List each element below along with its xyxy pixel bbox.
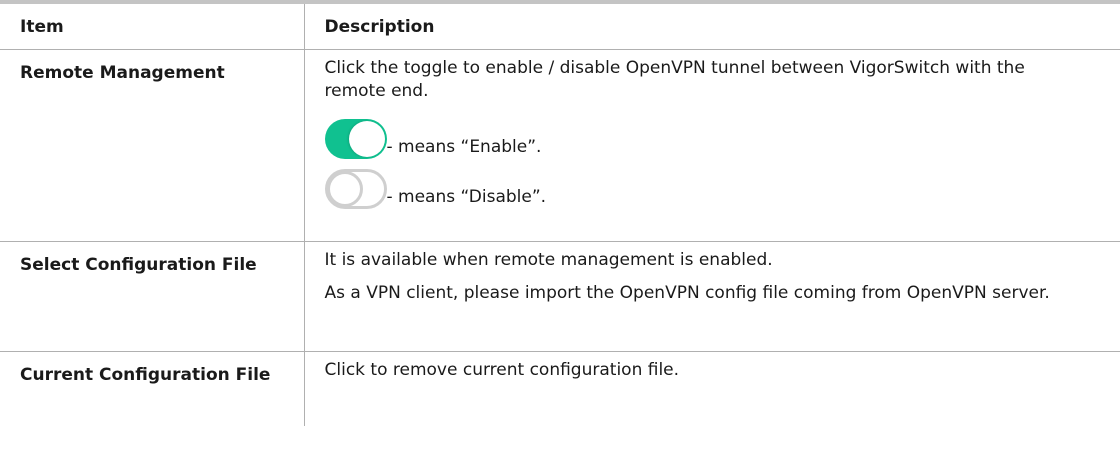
- description-cell: Click to remove current configuration fi…: [303, 351, 1120, 426]
- description-column-header: Description: [303, 4, 1120, 50]
- toggle-enable-line: - means “Enable”.: [324, 113, 1081, 159]
- description-cell: Click the toggle to enable / disable Ope…: [303, 49, 1120, 242]
- description-table: Item Description Remote Management Click…: [0, 0, 1120, 426]
- table-header-row: Item Description: [0, 4, 1120, 50]
- description-cell: It is available when remote management i…: [303, 241, 1120, 352]
- toggle-on-icon: [324, 119, 387, 159]
- description-paragraph: Click to remove current configuration fi…: [324, 360, 680, 380]
- item-column-header: Item: [0, 4, 304, 50]
- item-remote-management: Remote Management: [0, 49, 304, 242]
- toggle-disable-caption: - means “Disable”.: [386, 187, 547, 207]
- description-paragraph: It is available when remote management i…: [324, 250, 773, 270]
- item-current-configuration-file: Current Configuration File: [20, 365, 271, 385]
- table-row: Select Configuration File It is availabl…: [0, 241, 1120, 352]
- toggle-enable-caption: - means “Enable”.: [386, 137, 542, 157]
- toggle-off-icon: [324, 169, 387, 209]
- table-row: Current Configuration File Click to remo…: [0, 351, 1120, 426]
- toggle-disable-line: - means “Disable”.: [324, 163, 1081, 209]
- table-row: Remote Management Click the toggle to en…: [0, 49, 1120, 242]
- item-select-configuration-file: Select Configuration File: [0, 241, 304, 352]
- description-paragraph: As a VPN client, please import the OpenV…: [324, 283, 1050, 303]
- description-paragraph: Click the toggle to enable / disable Ope…: [324, 58, 1025, 101]
